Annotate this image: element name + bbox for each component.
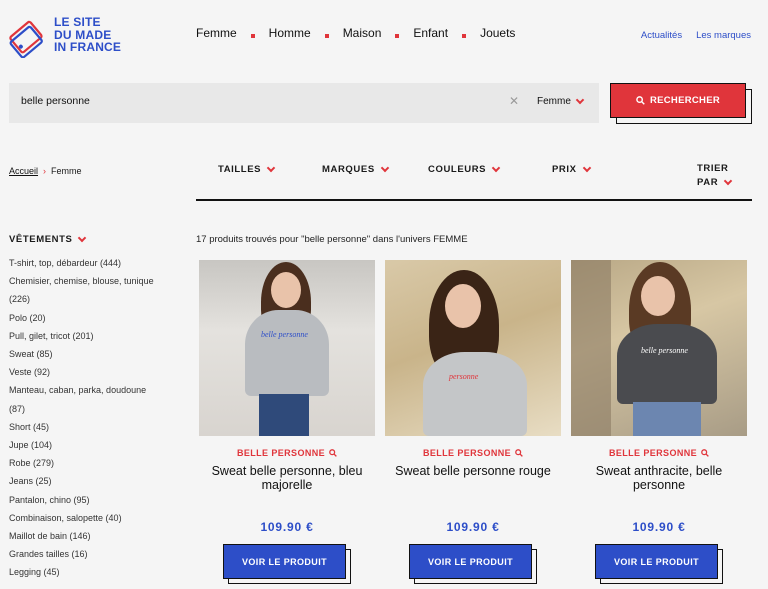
view-product-button-wrap: VOIR LE PRODUIT [223,544,351,584]
product-image[interactable]: belle personne [199,260,375,436]
category-item[interactable]: Combinaison, salopette (40) [9,509,187,527]
view-product-button[interactable]: VOIR LE PRODUIT [409,544,532,579]
product-chest-print: personne [449,372,479,381]
logo-wordmark: LE SITE DU MADE IN FRANCE [54,15,122,54]
product-chest-print: belle personne [261,330,308,339]
product-brand[interactable]: BELLE PERSONNE [571,448,747,458]
product-brand-label: BELLE PERSONNE [608,448,698,458]
product-card: personne BELLE PERSONNE Sweat belle pers… [385,260,561,584]
filter-tailles-label: TAILLES [218,164,262,175]
filter-prix[interactable]: PRIX [552,163,591,175]
product-image[interactable]: personne [385,260,561,436]
clear-search-icon[interactable]: ✕ [509,94,519,108]
category-item[interactable]: Veste (92) [9,363,187,381]
product-name[interactable]: Sweat belle personne, bleu majorelle [199,464,375,500]
filter-couleurs[interactable]: COULEURS [428,163,501,175]
product-name[interactable]: Sweat anthracite, belle personne [571,464,747,500]
product-chest-print: belle personne [641,346,688,355]
product-card: belle personne BELLE PERSONNE Sweat anth… [571,260,747,584]
search-button-label: RECHERCHER [649,95,721,106]
category-item[interactable]: T-shirt, top, débardeur (444) [9,254,187,272]
category-item[interactable]: Pantalon, chino (95) [9,491,187,509]
product-brand[interactable]: BELLE PERSONNE [199,448,375,458]
product-price: 109.90 € [632,520,686,534]
results-count: 17 produits trouvés pour "belle personne… [196,234,468,245]
filter-tailles[interactable]: TAILLES [218,163,276,175]
product-card: belle personne BELLE PERSONNE Sweat bell… [199,260,375,584]
category-item[interactable]: Chemisier, chemise, blouse, tunique [9,272,187,290]
link-actualites[interactable]: Actualités [641,30,682,41]
breadcrumb: Accueil › Femme [9,166,82,176]
sidebar-title-vetements[interactable]: VÊTEMENTS [9,233,87,245]
chevron-down-icon [380,163,390,172]
top-links: Actualités Les marques [641,30,751,41]
filter-marques[interactable]: MARQUES [322,163,390,175]
search-button[interactable]: RECHERCHER [610,83,746,118]
search-input[interactable] [21,95,421,107]
category-item[interactable]: Short (45) [9,418,187,436]
sidebar-title-label: VÊTEMENTS [9,234,73,245]
nav-separator [324,34,329,38]
search-bar: ✕ Femme [9,83,599,123]
breadcrumb-accueil[interactable]: Accueil [9,166,38,176]
filter-prix-label: PRIX [552,164,577,175]
category-item[interactable]: Jeans (25) [9,472,187,490]
product-name[interactable]: Sweat belle personne rouge [385,464,561,500]
chevron-down-icon [582,163,591,172]
sort-label-line1: TRIER [697,163,729,174]
nav-item-enfant[interactable]: Enfant [413,26,448,40]
sort-label-line2: PAR [697,177,719,188]
filter-couleurs-label: COULEURS [428,164,487,175]
product-image[interactable]: belle personne [571,260,747,436]
category-item[interactable]: Pull, gilet, tricot (201) [9,327,187,345]
view-product-button[interactable]: VOIR LE PRODUIT [223,544,346,579]
link-les-marques[interactable]: Les marques [696,30,751,41]
category-item[interactable]: Manteau, caban, parka, doudoune [9,381,187,399]
sort-dropdown[interactable]: TRIER PAR [697,162,733,190]
nav-separator [250,34,255,38]
filter-marques-label: MARQUES [322,164,375,175]
product-brand-label: BELLE PERSONNE [236,448,326,458]
logo-tag-icon [9,20,43,58]
product-price: 109.90 € [446,520,500,534]
filter-divider [196,199,752,201]
product-price: 109.90 € [260,520,314,534]
site-logo[interactable]: LE SITE DU MADE IN FRANCE [8,14,138,58]
search-icon [701,449,709,457]
search-icon [515,449,523,457]
chevron-down-icon [78,233,87,242]
main-nav: Femme Homme Maison Enfant Jouets [196,26,515,40]
chevron-down-icon [491,163,501,172]
chevron-down-icon [575,95,585,104]
nav-item-femme[interactable]: Femme [196,26,237,40]
view-product-button[interactable]: VOIR LE PRODUIT [595,544,718,579]
nav-item-jouets[interactable]: Jouets [480,26,515,40]
breadcrumb-current: Femme [51,166,82,176]
view-product-button-wrap: VOIR LE PRODUIT [595,544,723,584]
category-item[interactable]: (87) [9,400,187,418]
category-item[interactable]: Robe (279) [9,454,187,472]
category-item[interactable]: Grandes tailles (16) [9,545,187,563]
product-brand-label: BELLE PERSONNE [422,448,512,458]
nav-separator [395,34,400,38]
category-item[interactable]: Jupe (104) [9,436,187,454]
category-item[interactable]: Sweat (85) [9,345,187,363]
category-item[interactable]: Polo (20) [9,309,187,327]
category-item[interactable]: Legging (45) [9,563,187,581]
universe-select-value: Femme [537,96,571,107]
universe-select[interactable]: Femme [537,95,585,107]
nav-item-maison[interactable]: Maison [343,26,382,40]
search-icon [329,449,337,457]
category-list: T-shirt, top, débardeur (444) Chemisier,… [9,254,187,582]
chevron-down-icon [723,176,733,186]
product-brand[interactable]: BELLE PERSONNE [385,448,561,458]
view-product-button-wrap: VOIR LE PRODUIT [409,544,537,584]
search-icon [636,96,645,105]
category-item[interactable]: Maillot de bain (146) [9,527,187,545]
category-item[interactable]: (226) [9,290,187,308]
breadcrumb-separator-icon: › [43,166,47,176]
nav-separator [462,34,467,38]
chevron-down-icon [266,163,276,172]
nav-item-homme[interactable]: Homme [269,26,311,40]
